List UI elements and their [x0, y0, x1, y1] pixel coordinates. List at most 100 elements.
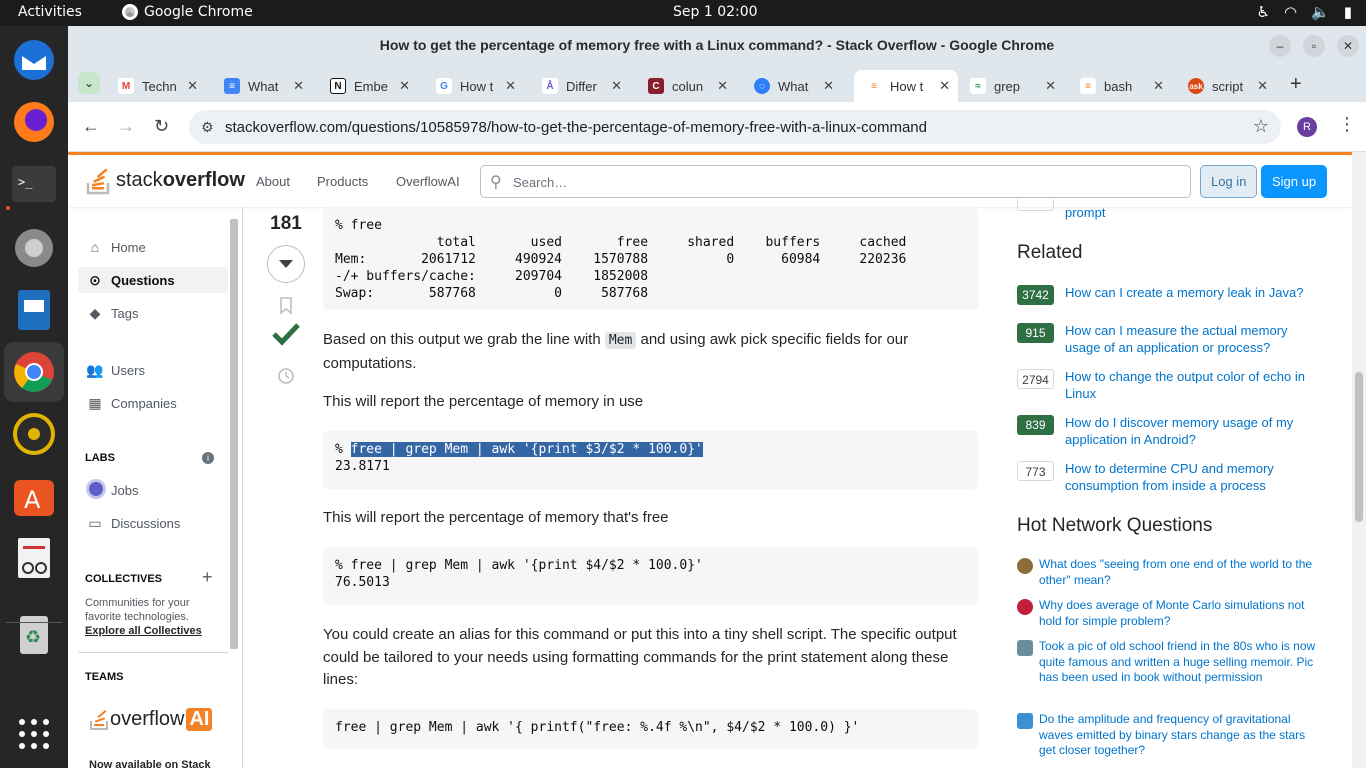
related-item[interactable]: 773 How to determine CPU and memory consu…: [1017, 460, 1317, 494]
code-block-free-output[interactable]: % free total used free shared buffers ca…: [323, 207, 978, 310]
thunderbird-icon[interactable]: [10, 36, 58, 84]
tab-search-button[interactable]: ⌄: [78, 72, 100, 94]
signup-button[interactable]: Sign up: [1261, 165, 1328, 198]
explore-collectives-link[interactable]: Explore all Collectives: [85, 625, 202, 637]
close-tab-icon[interactable]: ✕: [1153, 78, 1164, 94]
show-apps-icon[interactable]: [10, 710, 58, 758]
hnq-link[interactable]: What does "seeing from one end of the wo…: [1039, 557, 1317, 588]
reload-button[interactable]: ↻: [154, 116, 169, 137]
hnq-link[interactable]: Do the amplitude and frequency of gravit…: [1039, 712, 1317, 759]
nav-questions[interactable]: ⊙ Questions: [78, 267, 228, 293]
tab-3[interactable]: N Embe ✕: [318, 70, 418, 102]
app-center-icon[interactable]: A: [10, 472, 58, 520]
volume-icon[interactable]: 🔈: [1311, 3, 1330, 21]
close-tab-icon[interactable]: ✕: [611, 78, 622, 94]
left-sidebar-scrollbar[interactable]: [230, 219, 238, 649]
close-tab-icon[interactable]: ✕: [823, 78, 834, 94]
tab-11[interactable]: ask script ✕: [1176, 70, 1276, 102]
terminal-icon[interactable]: >_: [10, 160, 58, 208]
related-link[interactable]: How can I measure the actual memory usag…: [1065, 322, 1317, 356]
nav-about[interactable]: About: [256, 174, 290, 189]
nav-home[interactable]: ⌂ Home: [78, 234, 228, 260]
tab-1[interactable]: M Techn ✕: [106, 70, 206, 102]
firefox-icon[interactable]: [10, 98, 58, 146]
related-link[interactable]: How to change the output color of echo i…: [1065, 368, 1317, 402]
chrome-dock-icon[interactable]: [4, 342, 64, 402]
hnq-item[interactable]: Why does average of Monte Carlo simulati…: [1017, 598, 1317, 629]
app-menu[interactable]: Google Chrome: [122, 4, 253, 20]
login-button[interactable]: Log in: [1200, 165, 1258, 198]
selected-command[interactable]: free | grep Mem | awk '{print $3/$2 * 10…: [350, 442, 703, 457]
tab-5[interactable]: Å Differ ✕: [530, 70, 630, 102]
tab-8-active[interactable]: ≡ How t ✕: [854, 70, 958, 102]
code-block-free-pct[interactable]: % free | grep Mem | awk '{print $4/$2 * …: [323, 547, 978, 605]
related-item[interactable]: 839 How do I discover memory usage of my …: [1017, 414, 1317, 448]
related-item[interactable]: 915 How can I measure the actual memory u…: [1017, 322, 1317, 356]
close-tab-icon[interactable]: ✕: [1045, 78, 1056, 94]
hnq-link[interactable]: Took a pic of old school friend in the 8…: [1039, 639, 1317, 686]
tab-10[interactable]: ≡ bash ✕: [1068, 70, 1172, 102]
nav-tags[interactable]: ◆ Tags: [78, 300, 228, 326]
close-tab-icon[interactable]: ✕: [187, 78, 198, 94]
close-tab-icon[interactable]: ✕: [939, 78, 950, 94]
settings-icon[interactable]: [10, 224, 58, 272]
nav-products[interactable]: Products: [317, 174, 368, 189]
site-info-icon[interactable]: ⚙: [201, 119, 214, 136]
tab-4[interactable]: G How t ✕: [424, 70, 524, 102]
downvote-button[interactable]: [267, 245, 305, 283]
add-collective-icon[interactable]: +: [202, 567, 213, 588]
document-viewer-icon[interactable]: [10, 534, 58, 582]
activities-button[interactable]: Activities: [18, 4, 82, 20]
battery-icon[interactable]: ▮: [1344, 3, 1352, 21]
previous-link-tail[interactable]: prompt: [1065, 205, 1105, 220]
page-scrollbar[interactable]: [1352, 152, 1366, 768]
code-block-printf[interactable]: free | grep Mem | awk '{ printf("free: %…: [323, 709, 978, 749]
close-tab-icon[interactable]: ✕: [717, 78, 728, 94]
info-icon[interactable]: i: [202, 452, 214, 464]
page-scrollbar-thumb[interactable]: [1355, 372, 1363, 522]
bookmark-star-icon[interactable]: ☆: [1253, 116, 1269, 137]
bookmark-icon[interactable]: [278, 297, 294, 315]
maximize-button[interactable]: ▫: [1303, 35, 1325, 57]
overflow-ai-logo[interactable]: overflow AI: [90, 707, 213, 731]
close-tab-icon[interactable]: ✕: [1257, 78, 1268, 94]
tab-9[interactable]: ≈ grep ✕: [958, 70, 1064, 102]
related-item[interactable]: 3742 How can I create a memory leak in Ja…: [1017, 284, 1317, 305]
clock[interactable]: Sep 1 02:00: [673, 4, 758, 20]
related-link[interactable]: How do I discover memory usage of my app…: [1065, 414, 1317, 448]
close-tab-icon[interactable]: ✕: [505, 78, 516, 94]
related-item[interactable]: 2794 How to change the output color of ec…: [1017, 368, 1317, 402]
nav-overflowai[interactable]: OverflowAI: [396, 174, 460, 189]
tab-2[interactable]: ≡ What ✕: [212, 70, 312, 102]
minimize-button[interactable]: –: [1269, 35, 1291, 57]
system-tray[interactable]: ♿ ◠ 🔈 ▮: [1257, 3, 1353, 21]
related-link[interactable]: How to determine CPU and memory consumpt…: [1065, 460, 1317, 494]
forward-button[interactable]: →: [117, 116, 135, 137]
hnq-item[interactable]: Do the amplitude and frequency of gravit…: [1017, 712, 1317, 759]
rhythmbox-icon[interactable]: [10, 410, 58, 458]
close-tab-icon[interactable]: ✕: [293, 78, 304, 94]
trash-icon[interactable]: ♻: [10, 610, 58, 658]
new-tab-button[interactable]: +: [1290, 73, 1302, 96]
search-input[interactable]: ⚲ Search…: [480, 165, 1191, 198]
related-link[interactable]: How can I create a memory leak in Java?: [1065, 284, 1303, 305]
text-editor-icon[interactable]: [10, 286, 58, 334]
close-window-button[interactable]: ✕: [1337, 35, 1359, 57]
hnq-link[interactable]: Why does average of Monte Carlo simulati…: [1039, 598, 1317, 629]
profile-avatar[interactable]: R: [1297, 117, 1317, 137]
nav-users[interactable]: 👥 Users: [78, 357, 228, 383]
hnq-item[interactable]: Took a pic of old school friend in the 8…: [1017, 639, 1317, 686]
chrome-menu-icon[interactable]: ⋮: [1338, 114, 1356, 135]
window-title-bar[interactable]: How to get the percentage of memory free…: [68, 26, 1366, 64]
close-tab-icon[interactable]: ✕: [399, 78, 410, 94]
tab-7[interactable]: ◌ What ✕: [742, 70, 842, 102]
code-block-used[interactable]: % free | grep Mem | awk '{print $3/$2 * …: [323, 431, 978, 489]
accessibility-icon[interactable]: ♿: [1257, 3, 1270, 21]
hnq-item[interactable]: What does "seeing from one end of the wo…: [1017, 557, 1317, 588]
address-bar[interactable]: ⚙ stackoverflow.com/questions/10585978/h…: [189, 110, 1281, 144]
history-icon[interactable]: [277, 367, 295, 385]
back-button[interactable]: ←: [82, 116, 100, 137]
wifi-icon[interactable]: ◠: [1284, 3, 1297, 21]
nav-companies[interactable]: ▦ Companies: [78, 390, 228, 416]
nav-jobs[interactable]: Jobs: [78, 477, 228, 503]
